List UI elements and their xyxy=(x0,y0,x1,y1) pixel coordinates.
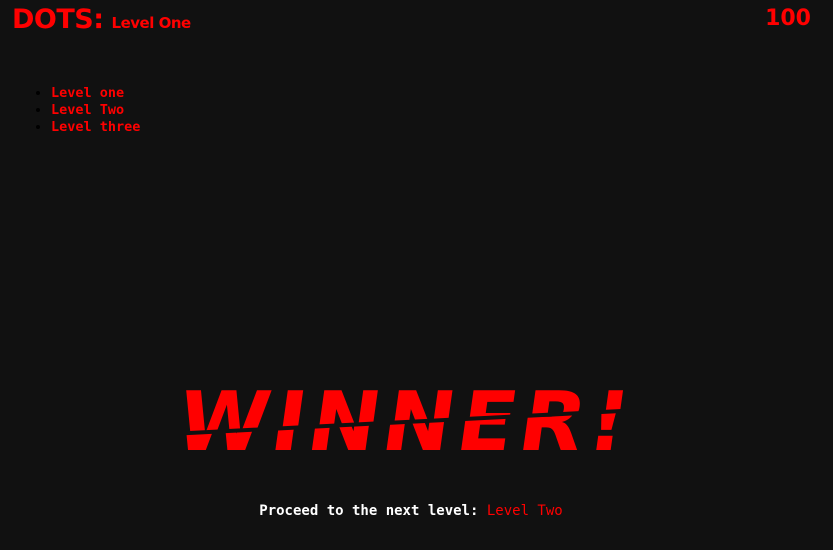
next-level-link[interactable]: Level Two xyxy=(487,503,563,519)
proceed-message: Proceed to the next level: Level Two xyxy=(0,503,822,519)
score-display: 100 xyxy=(765,6,811,31)
level-list: Level one Level Two Level three xyxy=(51,85,140,136)
level-two-link[interactable]: Level Two xyxy=(51,102,124,118)
level-list-item: Level one xyxy=(51,85,140,102)
level-list-item: Level Two xyxy=(51,102,140,119)
winner-banner-graphic: WINNER! WINNER! xyxy=(170,375,640,465)
level-three-link[interactable]: Level three xyxy=(51,119,140,135)
level-one-link[interactable]: Level one xyxy=(51,85,124,101)
game-header: DOTS: Level One xyxy=(12,4,191,35)
game-title: DOTS: xyxy=(12,4,104,35)
proceed-prompt: Proceed to the next level: xyxy=(259,503,479,519)
winner-banner: WINNER! WINNER! xyxy=(170,370,640,465)
level-list-item: Level three xyxy=(51,119,140,136)
current-level-name: Level One xyxy=(111,14,192,32)
